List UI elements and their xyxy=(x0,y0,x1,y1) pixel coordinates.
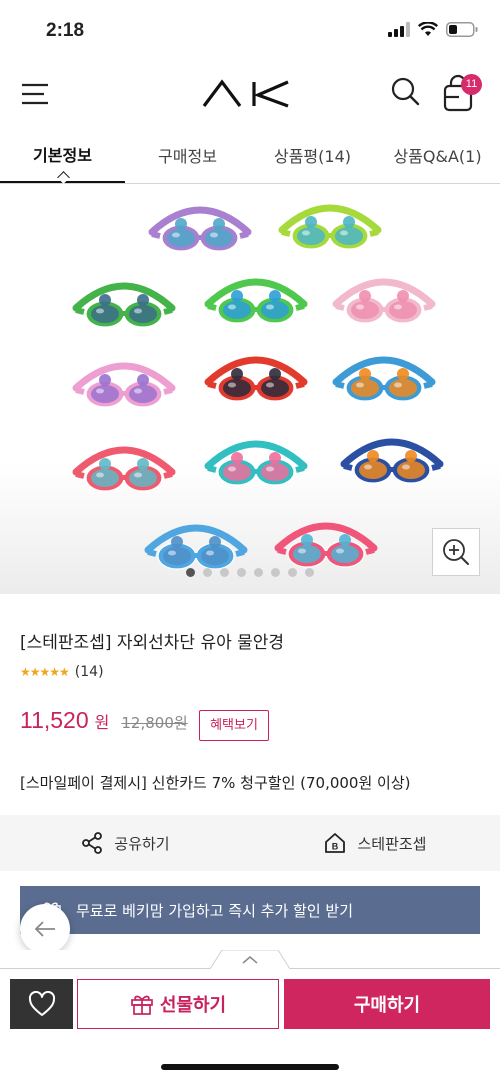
tab-reviews[interactable]: 상품평(14) xyxy=(250,126,375,183)
sale-price: 11,520 xyxy=(20,707,89,733)
gallery-dot[interactable] xyxy=(186,568,195,577)
tab-product-qna[interactable]: 상품Q&A(1) xyxy=(375,126,500,183)
product-rating[interactable]: ★★★★★ (14) xyxy=(20,664,104,680)
svg-text:B: B xyxy=(332,842,339,852)
ak-logo[interactable] xyxy=(200,78,294,110)
menu-button[interactable] xyxy=(20,80,50,108)
gallery-dot[interactable] xyxy=(203,568,212,577)
heart-icon xyxy=(28,991,55,1016)
search-icon xyxy=(391,77,420,106)
gallery-dot[interactable] xyxy=(237,568,246,577)
benefit-button[interactable]: 혜택보기 xyxy=(199,710,269,741)
ak-logo-mark xyxy=(202,79,289,108)
share-label: 공유하기 xyxy=(114,834,170,853)
signal-icon xyxy=(388,22,410,37)
expand-handle[interactable] xyxy=(209,949,291,970)
cart-count-badge: 11 xyxy=(461,74,482,95)
gallery-dot[interactable] xyxy=(220,568,229,577)
price-unit: 원 xyxy=(94,713,110,732)
hamburger-icon xyxy=(22,83,48,105)
original-price: 12,800원 xyxy=(121,714,188,732)
product-image xyxy=(72,204,444,570)
gift-label: 선물하기 xyxy=(159,995,227,1016)
tab-basic-info[interactable]: 기본정보 xyxy=(0,126,125,183)
rating-stars: ★★★★★ xyxy=(20,665,70,679)
search-button[interactable] xyxy=(390,76,422,108)
zoom-button[interactable] xyxy=(432,528,480,576)
share-icon xyxy=(82,832,103,854)
gift-box-icon xyxy=(131,995,153,1015)
tab-purchase-info[interactable]: 구매정보 xyxy=(125,126,250,183)
product-image-gallery[interactable] xyxy=(0,184,500,594)
price-row: 11,520 원 12,800원 xyxy=(20,707,188,734)
status-time: 2:18 xyxy=(46,20,85,41)
gallery-dot[interactable] xyxy=(254,568,263,577)
product-title: [스테판조셉] 자외선차단 유아 물안경 xyxy=(20,633,285,653)
wishlist-button[interactable] xyxy=(10,979,73,1029)
app-header: 11 xyxy=(0,62,500,126)
share-button[interactable]: 공유하기 xyxy=(0,815,250,871)
card-promo-text: [스마일페이 결제시] 신한카드 7% 청구할인 (70,000원 이상) xyxy=(20,774,411,792)
brand-shop-button[interactable]: B 스테판조셉 xyxy=(250,815,500,871)
cart-button[interactable]: 11 xyxy=(440,74,484,114)
arrow-left-icon xyxy=(34,921,55,937)
home-indicator xyxy=(161,1064,339,1070)
bottom-purchase-bar: 선물하기 구매하기 xyxy=(0,949,500,1082)
gallery-dot[interactable] xyxy=(271,568,280,577)
status-icons xyxy=(388,22,478,37)
detail-tabs: 기본정보 구매정보 상품평(14) 상품Q&A(1) xyxy=(0,126,500,184)
zoom-in-icon xyxy=(443,539,469,565)
brand-label: 스테판조셉 xyxy=(357,834,427,853)
gift-purchase-button[interactable]: 선물하기 xyxy=(77,979,279,1029)
back-button[interactable] xyxy=(20,904,70,954)
share-brand-bar: 공유하기 B 스테판조셉 xyxy=(0,815,500,871)
battery-icon xyxy=(446,22,478,37)
membership-banner[interactable]: 무료로 베키맘 가입하고 즉시 추가 할인 받기 xyxy=(20,886,480,934)
gallery-pagination xyxy=(186,568,314,577)
chevron-up-icon xyxy=(209,949,291,970)
wifi-icon xyxy=(418,22,438,36)
brand-shop-icon: B xyxy=(325,833,346,853)
gallery-dot[interactable] xyxy=(305,568,314,577)
status-bar: 2:18 xyxy=(0,0,500,62)
banner-text: 무료로 베키맘 가입하고 즉시 추가 할인 받기 xyxy=(76,901,354,920)
rating-count: (14) xyxy=(74,664,104,680)
gallery-dot[interactable] xyxy=(288,568,297,577)
buy-now-button[interactable]: 구매하기 xyxy=(284,979,490,1029)
